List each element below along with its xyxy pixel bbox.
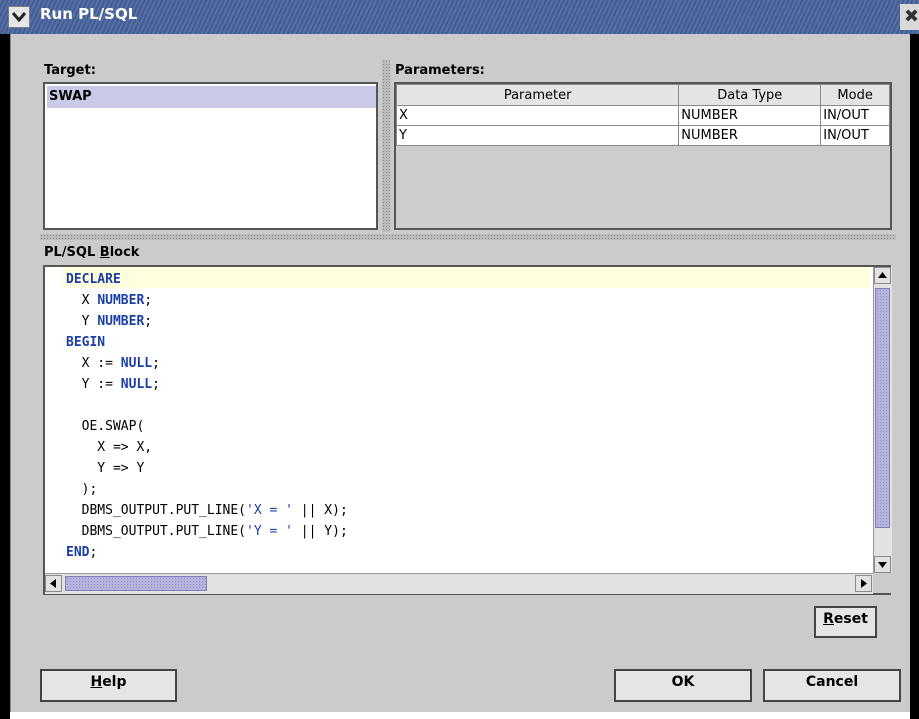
code-line: X NUMBER; <box>66 293 153 308</box>
cancel-button[interactable]: Cancel <box>763 669 901 702</box>
dialog-window: Run PL/SQL ✖ Target: SWAP Parameters: Pa… <box>0 0 919 719</box>
target-label: Target: <box>44 63 96 78</box>
target-item-label: SWAP <box>49 89 92 104</box>
window-title: Run PL/SQL <box>40 5 138 23</box>
scroll-right-button[interactable] <box>855 575 872 592</box>
column-header-data-type[interactable]: Data Type <box>678 84 822 106</box>
horizontal-scrollbar[interactable] <box>45 573 873 594</box>
close-button[interactable]: ✖ <box>900 4 919 30</box>
help-label: elp <box>102 674 127 690</box>
plsql-label-pre: PL/SQL <box>44 245 100 260</box>
code-line: X => X, <box>66 440 153 455</box>
code-line: Y => Y <box>66 461 145 476</box>
plsql-block-label: PL/SQL Block <box>44 245 139 260</box>
code-text[interactable]: DECLARE X NUMBER; Y NUMBER; BEGIN X := NU… <box>66 269 348 563</box>
editor-gutter <box>45 267 63 573</box>
code-line: DBMS_OUTPUT.PUT_LINE('Y = ' || Y); <box>66 524 348 539</box>
param-mode-cell[interactable]: IN/OUT <box>820 125 890 146</box>
horizontal-splitter[interactable] <box>40 234 896 240</box>
code-line: END; <box>66 545 98 560</box>
parameters-table: Parameter Data Type Mode X NUMBER IN/OUT… <box>395 84 890 146</box>
vertical-scroll-thumb[interactable] <box>875 288 890 528</box>
reset-button[interactable]: Reset <box>814 606 877 638</box>
scroll-left-button[interactable] <box>45 575 62 592</box>
code-line: X := NULL; <box>66 356 160 371</box>
arrow-down-icon <box>878 562 887 568</box>
code-line: DBMS_OUTPUT.PUT_LINE('X = ' || X); <box>66 503 348 518</box>
window-bottom-edge <box>10 712 910 719</box>
window-menu-button[interactable] <box>8 6 30 28</box>
table-row[interactable]: X NUMBER IN/OUT <box>395 105 890 126</box>
param-type-cell[interactable]: NUMBER <box>678 125 822 146</box>
code-line: DECLARE <box>66 272 121 287</box>
column-header-mode[interactable]: Mode <box>820 84 890 106</box>
scrollbar-corner <box>873 573 891 593</box>
param-mode-cell[interactable]: IN/OUT <box>820 105 890 126</box>
code-line: Y := NULL; <box>66 377 160 392</box>
parameters-label: Parameters: <box>395 63 485 78</box>
ok-button[interactable]: OK <box>614 669 752 702</box>
arrow-right-icon <box>861 579 867 588</box>
scroll-down-button[interactable] <box>874 556 891 573</box>
param-name-cell[interactable]: X <box>395 105 680 126</box>
code-line: Y NUMBER; <box>66 314 153 329</box>
help-button[interactable]: Help <box>40 669 177 702</box>
reset-mnemonic: R <box>823 611 834 627</box>
code-line: ); <box>66 482 98 497</box>
target-list-item[interactable]: SWAP <box>47 86 376 108</box>
code-line: OE.SWAP( <box>66 419 145 434</box>
ok-label: OK <box>671 674 695 690</box>
vertical-scrollbar[interactable] <box>873 267 892 573</box>
title-bar[interactable]: Run PL/SQL ✖ <box>0 0 919 34</box>
cancel-label: Cancel <box>805 674 859 690</box>
horizontal-scroll-thumb[interactable] <box>65 576 207 591</box>
plsql-label-mnemonic: B <box>99 245 110 260</box>
reset-label: eset <box>833 611 868 627</box>
arrow-left-icon <box>50 579 56 588</box>
table-row[interactable]: Y NUMBER IN/OUT <box>395 125 890 146</box>
plsql-editor[interactable]: DECLARE X NUMBER; Y NUMBER; BEGIN X := NU… <box>43 265 892 595</box>
close-icon: ✖ <box>904 6 919 27</box>
parameters-table-pane: Parameter Data Type Mode X NUMBER IN/OUT… <box>394 82 892 230</box>
chevron-down-icon <box>12 12 26 22</box>
vertical-splitter[interactable] <box>382 60 390 232</box>
plsql-label-post: lock <box>109 245 140 260</box>
arrow-up-icon <box>878 272 887 278</box>
param-type-cell[interactable]: NUMBER <box>678 105 822 126</box>
column-header-parameter[interactable]: Parameter <box>395 84 680 106</box>
scroll-up-button[interactable] <box>874 267 891 284</box>
param-name-cell[interactable]: Y <box>395 125 680 146</box>
code-line: BEGIN <box>66 335 106 350</box>
help-mnemonic: H <box>90 674 103 690</box>
target-list[interactable]: SWAP <box>43 82 378 230</box>
